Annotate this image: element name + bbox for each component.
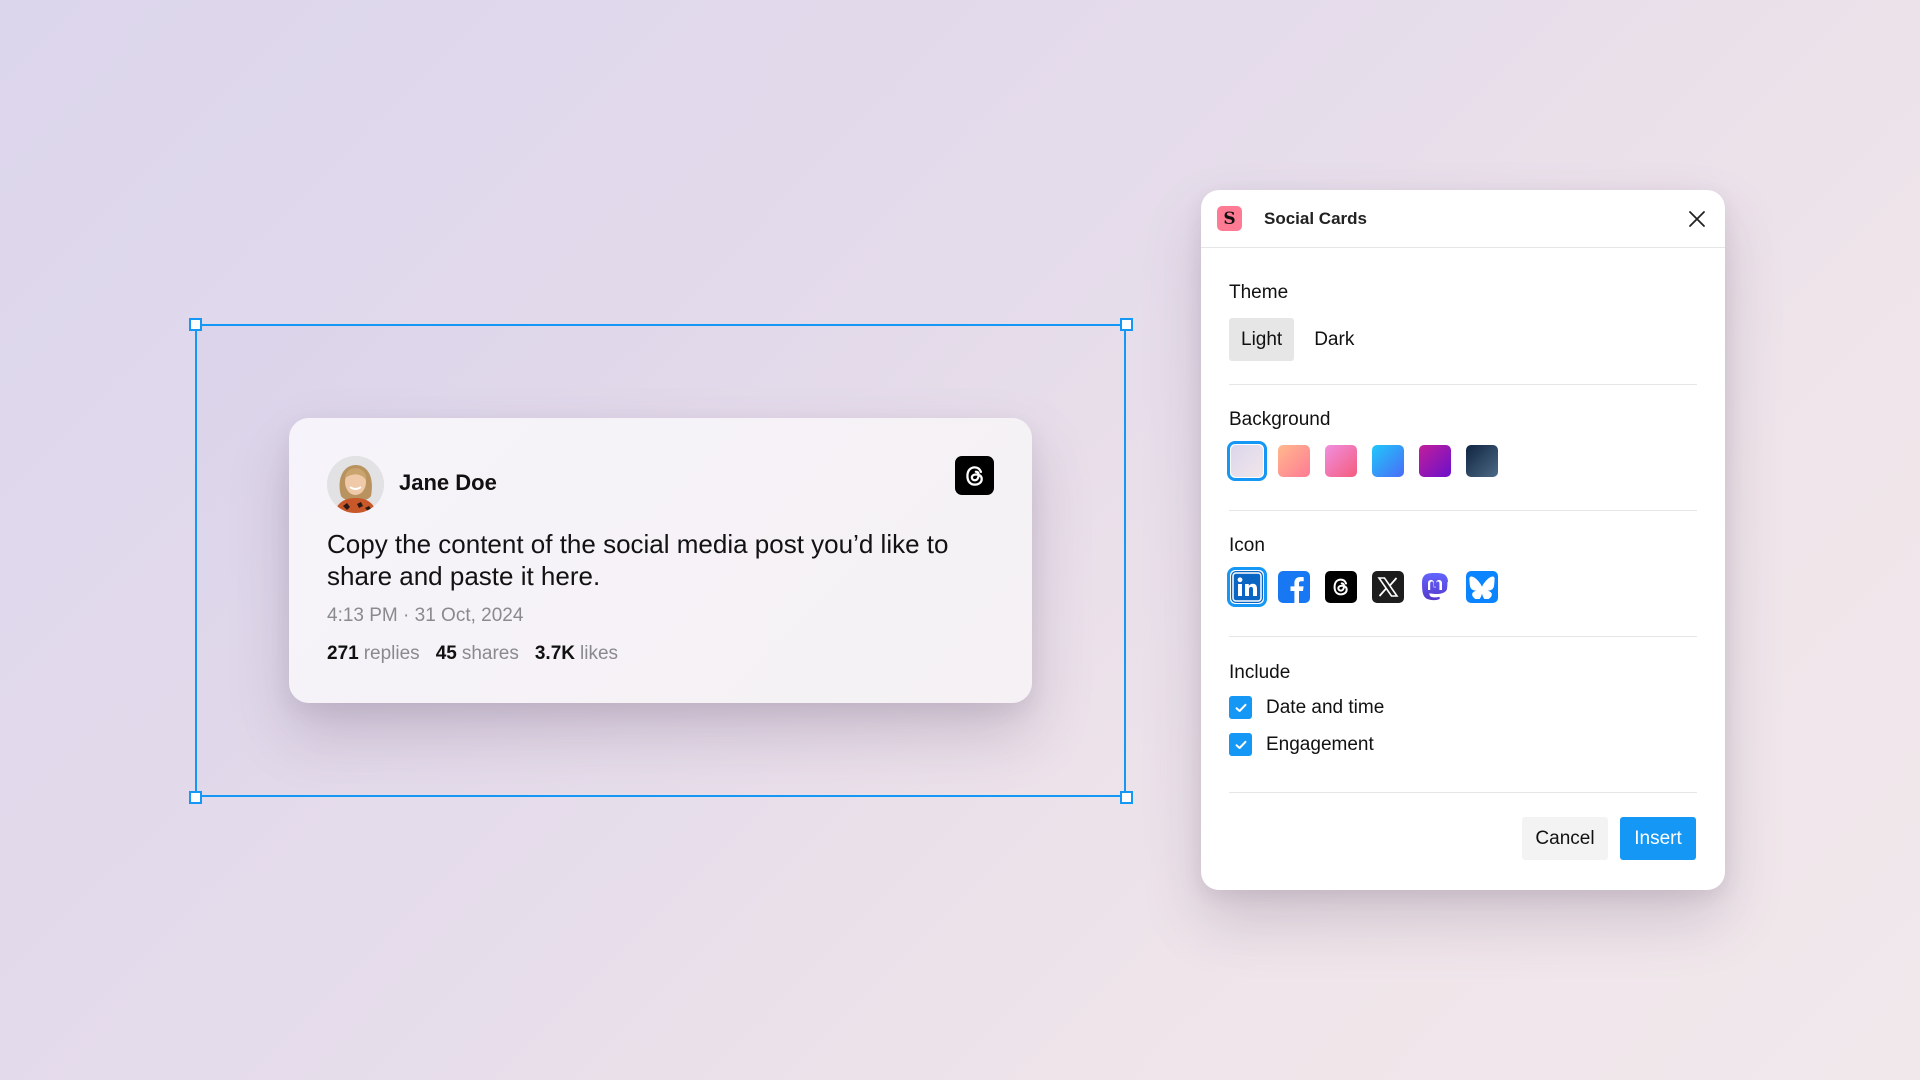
resize-handle-top-left[interactable] (189, 318, 202, 331)
close-button[interactable] (1685, 207, 1709, 231)
social-cards-dialog: S Social Cards Theme Light Dark Backgrou… (1201, 190, 1725, 890)
background-swatches (1227, 441, 1697, 481)
checkmark-icon (1235, 740, 1246, 749)
dialog-header: S Social Cards (1201, 190, 1725, 248)
checkbox-label: Engagement (1266, 733, 1374, 755)
theme-section: Theme Light Dark (1229, 282, 1697, 361)
checkbox-engagement[interactable]: Engagement (1229, 733, 1697, 756)
swatch-navy[interactable] (1466, 445, 1498, 477)
icon-label: Icon (1229, 535, 1265, 556)
icon-section: Icon (1227, 535, 1697, 607)
stat-label: likes (580, 643, 619, 664)
post-timestamp: 4:13 PM · 31 Oct, 2024 (327, 605, 524, 626)
stat-replies: 271 replies (327, 643, 420, 665)
cancel-button[interactable]: Cancel (1522, 817, 1608, 860)
stat-likes: 3.7K likes (535, 643, 618, 665)
threads-icon (955, 456, 994, 495)
stat-value: 271 (327, 643, 359, 664)
theme-option-dark[interactable]: Dark (1302, 318, 1366, 361)
avatar-photo-icon (327, 456, 384, 513)
swatch-purple[interactable] (1419, 445, 1451, 477)
checkbox-label: Date and time (1266, 696, 1385, 718)
divider (1229, 636, 1697, 637)
dialog-footer: Cancel Insert (1522, 817, 1696, 860)
swatch-lavender[interactable] (1227, 441, 1267, 481)
facebook-icon (1290, 577, 1304, 603)
background-label: Background (1229, 409, 1331, 430)
resize-handle-bottom-left[interactable] (189, 791, 202, 804)
app-logo-icon: S (1217, 206, 1242, 231)
divider (1229, 510, 1697, 511)
divider (1229, 792, 1697, 793)
mastodon-icon (1422, 573, 1448, 601)
swatch-peach[interactable] (1278, 445, 1310, 477)
icon-options (1227, 567, 1697, 607)
icon-option-mastodon[interactable] (1419, 571, 1451, 603)
stat-value: 3.7K (534, 643, 575, 664)
checkmark-icon (1235, 703, 1246, 712)
stat-value: 45 (435, 643, 457, 664)
icon-option-bluesky[interactable] (1466, 571, 1498, 603)
insert-button[interactable]: Insert (1620, 817, 1696, 860)
close-icon (1689, 211, 1705, 227)
swatch-pink[interactable] (1325, 445, 1357, 477)
stat-label: replies (363, 643, 420, 664)
background-section: Background (1227, 409, 1697, 481)
stat-shares: 45 shares (436, 643, 519, 665)
resize-handle-bottom-right[interactable] (1120, 791, 1133, 804)
theme-option-light[interactable]: Light (1229, 318, 1295, 361)
bluesky-icon (1469, 576, 1495, 599)
divider (1229, 384, 1697, 385)
engagement-stats: 271 replies 45 shares 3.7K likes (327, 643, 618, 665)
checkbox-date-and-time[interactable]: Date and time (1229, 696, 1697, 719)
checkbox-checked[interactable] (1229, 733, 1252, 756)
icon-option-facebook[interactable] (1278, 571, 1310, 603)
resize-handle-top-right[interactable] (1120, 318, 1133, 331)
dialog-title: Social Cards (1264, 208, 1367, 228)
icon-option-threads[interactable] (1325, 571, 1357, 603)
include-label: Include (1229, 662, 1291, 683)
swatch-blue[interactable] (1372, 445, 1404, 477)
theme-toggle: Light Dark (1229, 318, 1697, 361)
linkedin-icon (1232, 572, 1262, 602)
icon-option-x[interactable] (1372, 571, 1404, 603)
x-icon (1377, 577, 1399, 597)
theme-label: Theme (1229, 282, 1289, 303)
social-post-card[interactable]: Jane Doe Copy the content of the social … (289, 418, 1032, 703)
author-name: Jane Doe (399, 470, 497, 495)
stat-label: shares (461, 643, 519, 664)
checkbox-checked[interactable] (1229, 696, 1252, 719)
post-text: Copy the content of the social media pos… (327, 529, 949, 591)
threads-icon (1333, 578, 1348, 596)
icon-option-linkedin[interactable] (1227, 567, 1267, 607)
avatar (327, 456, 384, 513)
include-section: Include Date and time Engagement (1229, 662, 1697, 756)
